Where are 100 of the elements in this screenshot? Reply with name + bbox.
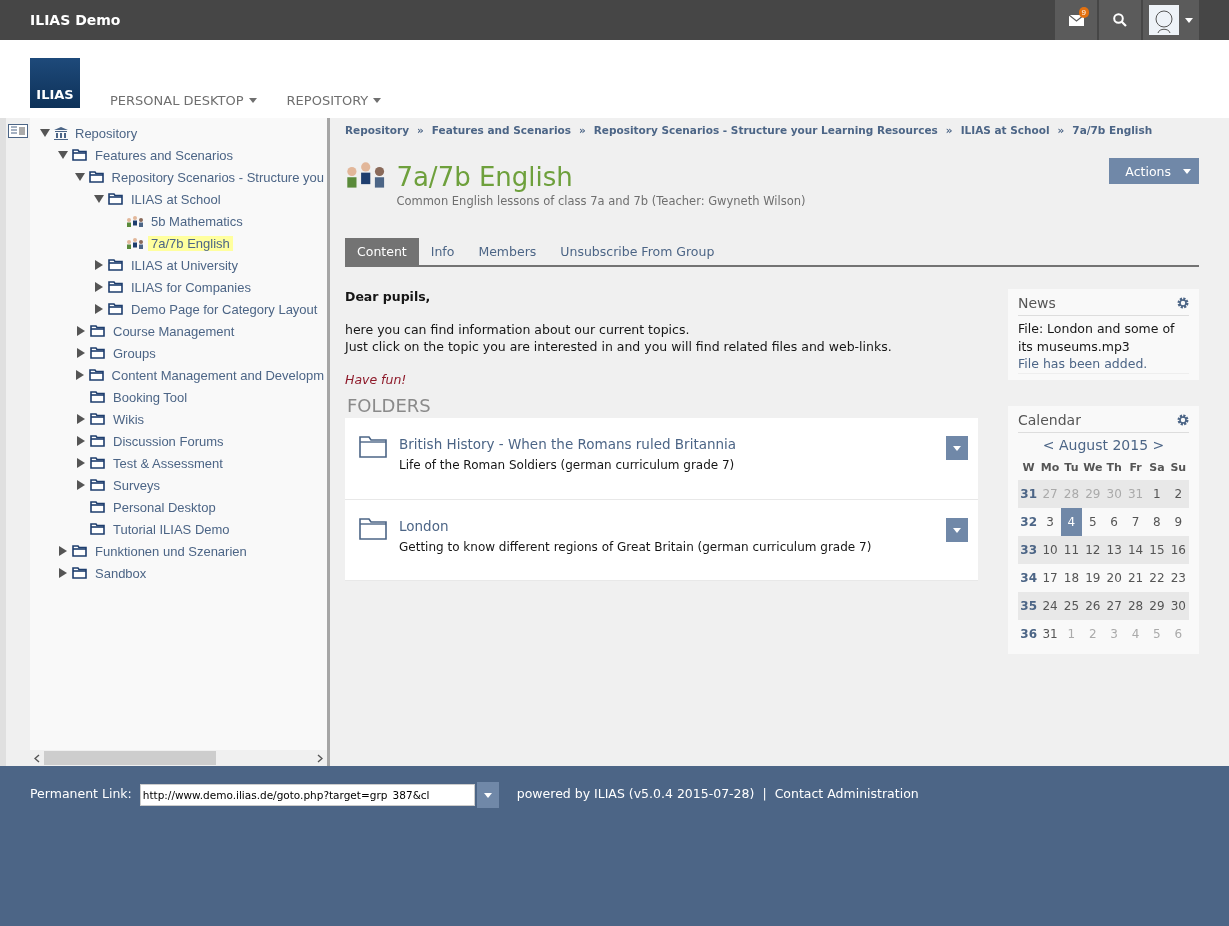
expand-icon[interactable] bbox=[58, 568, 68, 578]
tree-item[interactable]: Repository bbox=[72, 125, 141, 141]
tree-item[interactable]: Groups bbox=[110, 345, 159, 361]
tree-item[interactable]: Tutorial ILIAS Demo bbox=[110, 521, 233, 537]
logo[interactable]: ILIAS bbox=[30, 58, 80, 108]
tab[interactable]: Unsubscribe From Group bbox=[548, 238, 727, 265]
breadcrumb-link[interactable]: ILIAS at School bbox=[960, 124, 1050, 136]
breadcrumb-link[interactable]: Repository Scenarios - Structure your Learning Resources bbox=[593, 124, 938, 136]
scroll-right-icon[interactable] bbox=[317, 753, 323, 763]
main-menu-item[interactable]: PERSONAL DESKTOP bbox=[110, 93, 257, 108]
calendar-day[interactable]: 18 bbox=[1060, 564, 1083, 592]
calendar-day[interactable]: 6 bbox=[1103, 508, 1125, 536]
calendar-day[interactable]: 11 bbox=[1060, 536, 1083, 564]
calendar-day[interactable]: 22 bbox=[1146, 564, 1168, 592]
calendar-day[interactable]: 8 bbox=[1146, 508, 1168, 536]
tree-item[interactable]: Wikis bbox=[110, 411, 148, 427]
tree-item[interactable]: Content Management and Developm bbox=[108, 367, 327, 383]
calendar-day[interactable]: 16 bbox=[1167, 536, 1189, 564]
tree-item[interactable]: Course Management bbox=[110, 323, 238, 339]
calendar-day[interactable]: 29 bbox=[1146, 592, 1168, 620]
main-menu-item[interactable]: REPOSITORY bbox=[286, 93, 382, 108]
collapse-icon[interactable] bbox=[58, 150, 68, 160]
user-menu-button[interactable] bbox=[1143, 0, 1199, 40]
tree-item[interactable]: ILIAS for Companies bbox=[128, 279, 254, 295]
calendar-day[interactable]: 19 bbox=[1082, 564, 1104, 592]
horizontal-scrollbar[interactable] bbox=[30, 750, 327, 766]
expand-icon[interactable] bbox=[76, 480, 86, 490]
actions-button[interactable]: Actions bbox=[1109, 158, 1199, 184]
sidebar-toggle-icon[interactable] bbox=[8, 124, 28, 138]
dropdown-button[interactable] bbox=[946, 436, 968, 460]
calendar-day[interactable]: 5 bbox=[1082, 508, 1104, 536]
calendar-day[interactable]: 1 bbox=[1146, 480, 1168, 508]
expand-icon[interactable] bbox=[76, 414, 86, 424]
calendar-day[interactable]: 7 bbox=[1124, 508, 1147, 536]
calendar-day[interactable]: 14 bbox=[1124, 536, 1147, 564]
breadcrumb-link[interactable]: Features and Scenarios bbox=[431, 124, 571, 136]
news-link[interactable]: File has been added. bbox=[1018, 356, 1189, 374]
tree-item[interactable]: Surveys bbox=[110, 477, 163, 493]
tree-item[interactable]: Features and Scenarios bbox=[92, 147, 237, 163]
calendar-day[interactable]: 3 bbox=[1039, 508, 1061, 536]
tab[interactable]: Info bbox=[418, 238, 467, 265]
tree-item[interactable]: Personal Desktop bbox=[110, 499, 219, 515]
tree-item[interactable]: Demo Page for Category Layout bbox=[128, 301, 321, 317]
collapse-icon[interactable] bbox=[94, 194, 104, 204]
weekday-header: Fr bbox=[1128, 460, 1143, 476]
calendar-day[interactable]: 17 bbox=[1039, 564, 1061, 592]
tree-item[interactable]: Test & Assessment bbox=[110, 455, 226, 471]
expand-icon[interactable] bbox=[76, 326, 86, 336]
expand-icon[interactable] bbox=[75, 370, 86, 380]
folder-title[interactable]: British History - When the Romans ruled Britannia bbox=[399, 436, 737, 452]
calendar-day[interactable]: 25 bbox=[1060, 592, 1083, 620]
calendar-day[interactable]: 12 bbox=[1082, 536, 1104, 564]
settings-icon[interactable] bbox=[1177, 297, 1189, 309]
dropdown-button[interactable] bbox=[946, 518, 968, 542]
calendar-day[interactable]: 23 bbox=[1167, 564, 1189, 592]
expand-icon[interactable] bbox=[94, 304, 104, 314]
tree-item[interactable]: Discussion Forums bbox=[110, 433, 227, 449]
tree-item[interactable]: ILIAS at University bbox=[128, 257, 241, 273]
contact-link[interactable]: Contact Administration bbox=[774, 786, 919, 801]
calendar-day[interactable]: 13 bbox=[1103, 536, 1125, 564]
tab[interactable]: Content bbox=[345, 238, 419, 265]
calendar-day[interactable]: 15 bbox=[1146, 536, 1168, 564]
tree-item[interactable]: Booking Tool bbox=[110, 389, 191, 405]
tab[interactable]: Members bbox=[466, 238, 549, 265]
calendar-day[interactable]: 24 bbox=[1039, 592, 1061, 620]
dropdown-button[interactable] bbox=[476, 782, 499, 808]
breadcrumb-link[interactable]: 7a/7b English bbox=[1072, 124, 1153, 136]
calendar-day[interactable]: 27 bbox=[1103, 592, 1125, 620]
calendar-day[interactable]: 30 bbox=[1167, 592, 1189, 620]
expand-icon[interactable] bbox=[94, 282, 104, 292]
collapse-icon[interactable] bbox=[75, 172, 86, 182]
expand-icon[interactable] bbox=[76, 348, 86, 358]
tree-item[interactable]: ILIAS at School bbox=[128, 191, 224, 207]
tree-item[interactable]: Funktionen und Szenarien bbox=[92, 543, 250, 559]
calendar-day[interactable]: 2 bbox=[1167, 480, 1189, 508]
settings-icon[interactable] bbox=[1177, 414, 1189, 426]
mail-button[interactable]: 9 bbox=[1055, 0, 1097, 40]
expand-icon[interactable] bbox=[94, 260, 104, 270]
calendar-day[interactable]: 26 bbox=[1082, 592, 1104, 620]
expand-icon[interactable] bbox=[58, 546, 68, 556]
calendar-day[interactable]: 31 bbox=[1039, 620, 1061, 648]
tree-item[interactable]: 7a/7b English bbox=[148, 235, 233, 251]
month-navigation[interactable]: < August 2015 > bbox=[1018, 437, 1189, 453]
calendar-day[interactable]: 28 bbox=[1124, 592, 1147, 620]
collapse-icon[interactable] bbox=[40, 128, 50, 138]
calendar-day[interactable]: 9 bbox=[1167, 508, 1189, 536]
calendar-day[interactable]: 4 bbox=[1060, 508, 1083, 536]
scroll-left-icon[interactable] bbox=[34, 753, 40, 763]
expand-icon[interactable] bbox=[76, 436, 86, 446]
breadcrumb-link[interactable]: Repository bbox=[345, 124, 410, 136]
calendar-day[interactable]: 10 bbox=[1039, 536, 1061, 564]
folder-title[interactable]: London bbox=[399, 518, 872, 534]
calendar-day[interactable]: 20 bbox=[1103, 564, 1125, 592]
expand-icon[interactable] bbox=[76, 458, 86, 468]
tree-item[interactable]: Repository Scenarios - Structure you bbox=[108, 169, 327, 185]
tree-item[interactable]: Sandbox bbox=[92, 565, 150, 581]
permanent-link-field[interactable]: http://www.demo.ilias.de/goto.php?target=grp_387&cl bbox=[139, 784, 475, 806]
calendar-day[interactable]: 21 bbox=[1124, 564, 1147, 592]
search-button[interactable] bbox=[1099, 0, 1141, 40]
tree-item[interactable]: 5b Mathematics bbox=[148, 213, 246, 229]
